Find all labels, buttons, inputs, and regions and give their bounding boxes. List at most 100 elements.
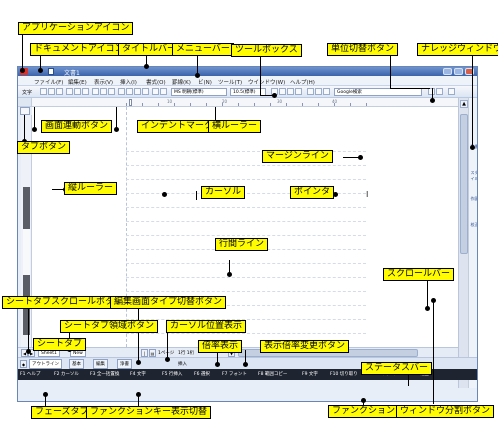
phase-tab-outline[interactable]: アウトライン [29, 359, 62, 369]
line-spacing-line [126, 277, 366, 278]
color-button[interactable] [295, 88, 302, 95]
callout-vertical-ruler: 縦ルーラー [64, 182, 118, 195]
ruler-tick [270, 103, 271, 106]
sheet-area-button[interactable]: | [141, 349, 148, 357]
title-bar[interactable]: 文書1 [18, 67, 477, 77]
document-page[interactable]: I [32, 107, 458, 347]
tab-button[interactable] [20, 107, 30, 115]
align-right-button[interactable] [323, 88, 330, 95]
callout-sheet-scroll-button: シートタブスクロールボタン [2, 296, 128, 309]
margin-line [126, 107, 127, 347]
leader-line [167, 333, 168, 359]
align-center-button[interactable] [315, 88, 322, 95]
leader-dot [272, 93, 277, 98]
menu-format[interactable]: 書式(O) [146, 78, 166, 86]
fkey-f7[interactable]: F7 フォント [222, 370, 247, 379]
tool-button[interactable] [100, 88, 107, 95]
callout-horizontal-ruler: 横ルーラー [208, 120, 262, 133]
tool-button[interactable] [82, 88, 89, 95]
fkey-f2[interactable]: F2 カーソル [54, 370, 79, 379]
document-icon[interactable] [48, 68, 54, 75]
callout-knowledge-window: ナレッジウィンドウ [417, 43, 498, 56]
screen-link-button[interactable] [18, 98, 32, 107]
menu-n[interactable]: ビ(N) [198, 78, 212, 86]
align-left-button[interactable] [307, 88, 314, 95]
tool-button[interactable] [56, 88, 63, 95]
tool-button[interactable] [448, 88, 455, 95]
scroll-up-button[interactable]: ▲ [460, 100, 468, 108]
tool-button[interactable] [48, 88, 55, 95]
leader-line [138, 306, 139, 362]
tool-button[interactable] [160, 88, 167, 95]
menu-file[interactable]: ファイル(F) [34, 78, 63, 86]
menu-window[interactable]: ウインドウ(W) [248, 78, 285, 86]
fkey-toggle-button[interactable]: ◆ [20, 360, 27, 368]
edit-view-type-button[interactable]: ▤ [149, 349, 156, 357]
line-spacing-line [126, 165, 366, 166]
horizontal-ruler[interactable]: 10 20 30 40 [32, 98, 458, 107]
line-spacing-line [126, 221, 366, 222]
tool-button[interactable] [40, 88, 47, 95]
scroll-thumb[interactable] [460, 114, 468, 254]
indent-marker[interactable] [129, 99, 132, 106]
tool-button[interactable] [134, 88, 141, 95]
ruler-tick [286, 103, 287, 106]
tool-button[interactable] [436, 88, 443, 95]
tool-button[interactable] [108, 88, 115, 95]
menu-edit[interactable]: 編集(E) [68, 78, 87, 86]
leader-dot [43, 392, 48, 397]
fkey-f10[interactable]: F10 切り取り [330, 370, 358, 379]
vertical-scrollbar[interactable]: ▲ ▼ ≡ [458, 98, 468, 388]
side-style[interactable]: スタイル [470, 170, 478, 181]
callout-phase-tab: フェーズタブ [31, 406, 93, 419]
fkey-f4[interactable]: F4 文字 [130, 370, 146, 379]
ruler-number: 30 [277, 99, 283, 104]
fkey-f9[interactable]: F9 文字 [302, 370, 318, 379]
search-input[interactable]: Google検索 [334, 88, 422, 96]
side-draw[interactable]: 作図 [470, 196, 478, 206]
menu-help[interactable]: ヘルプ(H) [290, 78, 315, 86]
side-proofread[interactable]: 校正 [470, 222, 478, 232]
fkey-f1[interactable]: F1 ヘルプ [20, 370, 40, 379]
tool-button[interactable] [142, 88, 149, 95]
callout-indent-marker: インデントマーク [137, 120, 218, 133]
menu-view[interactable]: 表示(V) [94, 78, 113, 86]
minimize-button[interactable] [443, 68, 452, 75]
phase-tab-basic[interactable]: 基本 [69, 359, 84, 369]
leader-dot [243, 362, 248, 367]
fkey-f8[interactable]: F8 範囲コピー [258, 370, 287, 379]
tool-button[interactable] [152, 88, 159, 95]
leader-dot [165, 357, 170, 362]
menu-tools[interactable]: ツール(T) [218, 78, 242, 86]
maximize-button[interactable] [454, 68, 463, 75]
font-select[interactable]: MS 明朝(標準) [171, 88, 227, 96]
ruler-tick [302, 103, 303, 106]
underline-button[interactable] [287, 88, 294, 95]
tool-button[interactable] [74, 88, 81, 95]
menu-ruled-line[interactable]: 罫線(K) [172, 78, 191, 86]
phase-tab-clean[interactable]: 浄書 [117, 359, 132, 369]
callout-sheet-tab: シートタブ [33, 338, 87, 351]
callout-status-bar: ステータスバー [361, 362, 433, 375]
ruler-tick [142, 103, 143, 106]
leader-line [408, 374, 409, 386]
callout-cursor-position: カーソル位置表示 [166, 320, 247, 333]
tool-button[interactable] [126, 88, 133, 95]
leader-line [116, 107, 117, 129]
leader-dot [227, 272, 232, 277]
fkey-f6[interactable]: F6 選択 [194, 370, 210, 379]
menu-bar: ファイル(F) 編集(E) 表示(V) 挿入(I) 書式(O) 罫線(K) ビ(… [18, 76, 477, 86]
leader-line [22, 34, 23, 70]
fkey-f5[interactable]: F5 行挿入 [162, 370, 182, 379]
tool-button[interactable] [66, 88, 73, 95]
leader-dot [144, 64, 149, 69]
phase-tab-edit[interactable]: 編集 [93, 359, 108, 369]
menu-insert[interactable]: 挿入(I) [120, 78, 137, 86]
fkey-f3[interactable]: F3 全一括置換 [90, 370, 119, 379]
tool-button[interactable] [118, 88, 125, 95]
ruler-tick [190, 103, 191, 106]
callout-line-spacing: 行間ライン [215, 238, 269, 251]
tool-button[interactable] [92, 88, 99, 95]
callout-screen-link-button: 画面連動ボタン [41, 120, 113, 133]
italic-button[interactable] [279, 88, 286, 95]
